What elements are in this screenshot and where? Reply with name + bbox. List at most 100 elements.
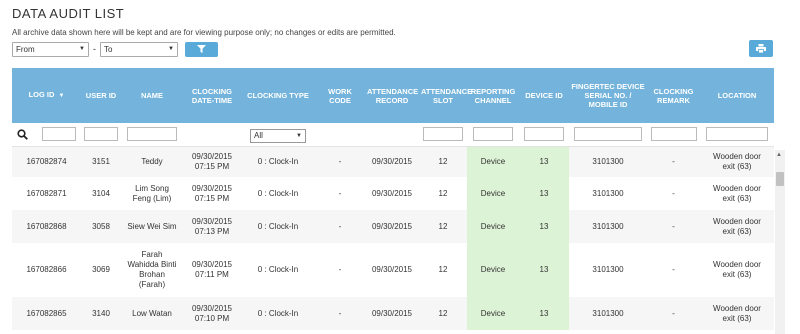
filter-cell-log-id: [12, 123, 81, 147]
cell-channel: Device: [467, 177, 519, 210]
col-device-id[interactable]: DEVICE ID: [519, 68, 569, 123]
cell-channel: Device: [467, 297, 519, 330]
cell-name: Lim Song Feng (Lim): [121, 177, 183, 210]
filter-cell-slot: [419, 123, 467, 147]
cell-datetime: 09/30/2015 07:13 PM: [183, 210, 241, 243]
table-row[interactable]: 167082868 3058 Siew Wei Sim 09/30/2015 0…: [12, 210, 774, 243]
col-user-id[interactable]: USER ID: [81, 68, 121, 123]
cell-name: Teddy: [121, 146, 183, 177]
scrollbar-thumb[interactable]: [776, 172, 784, 186]
chevron-down-icon: ▼: [168, 46, 174, 52]
filter-cell-remark: [647, 123, 700, 147]
cell-log-id: 167082874: [12, 146, 81, 177]
cell-slot: 12: [419, 243, 467, 297]
col-clocking-type[interactable]: CLOCKING TYPE: [241, 68, 315, 123]
col-clocking-remark[interactable]: CLOCKING REMARK: [647, 68, 700, 123]
col-location[interactable]: LOCATION: [700, 68, 774, 123]
filter-cell-clocking-type: All ▼: [241, 123, 315, 147]
cell-user-id: 3104: [81, 177, 121, 210]
cell-device-id: 13: [519, 146, 569, 177]
col-clocking-datetime[interactable]: CLOCKING DATE-TIME: [183, 68, 241, 123]
cell-device-id: 13: [519, 177, 569, 210]
column-filter-row: All ▼: [12, 123, 774, 147]
remark-filter-input[interactable]: [650, 127, 697, 142]
filter-cell-serial: [569, 123, 647, 147]
cell-remark: -: [647, 177, 700, 210]
slot-filter-input[interactable]: [423, 127, 463, 142]
cell-slot: 12: [419, 146, 467, 177]
chevron-down-icon: ▼: [79, 46, 85, 52]
cell-slot: 12: [419, 297, 467, 330]
chevron-down-icon: ▼: [296, 132, 302, 139]
cell-record: 09/30/2015: [365, 297, 419, 330]
col-name[interactable]: NAME: [121, 68, 183, 123]
cell-user-id: 3140: [81, 297, 121, 330]
filter-cell-user-id: [81, 123, 121, 147]
col-serial-no[interactable]: FINGERTEC DEVICE SERIAL NO. / MOBILE ID: [569, 68, 647, 123]
audit-table: LOG ID ▼ USER ID NAME CLOCKING DATE-TIME …: [12, 68, 774, 330]
cell-record: 09/30/2015: [365, 210, 419, 243]
filter-button[interactable]: [185, 41, 218, 57]
table-row[interactable]: 167082865 3140 Low Watan 09/30/2015 07:1…: [12, 297, 774, 330]
sort-desc-icon: ▼: [58, 93, 65, 99]
cell-record: 09/30/2015: [365, 177, 419, 210]
cell-remark: -: [647, 146, 700, 177]
print-button[interactable]: [749, 40, 773, 57]
from-date-select[interactable]: From ▼: [12, 41, 89, 57]
col-work-code[interactable]: WORK CODE: [315, 68, 365, 123]
cell-work-code: -: [315, 297, 365, 330]
cell-location: Wooden door exit (63): [700, 146, 774, 177]
archive-note: All archive data shown here will be kept…: [12, 28, 396, 37]
cell-record: 09/30/2015: [365, 243, 419, 297]
user-id-filter-input[interactable]: [84, 127, 118, 142]
col-attendance-slot[interactable]: ATTENDANCE SLOT: [419, 68, 472, 123]
cell-slot: 12: [419, 177, 467, 210]
serial-filter-input[interactable]: [574, 127, 642, 142]
col-attendance-record[interactable]: ATTENDANCE RECORD: [365, 68, 419, 123]
scroll-up-icon[interactable]: ▲: [776, 152, 782, 158]
table-row[interactable]: 167082871 3104 Lim Song Feng (Lim) 09/30…: [12, 177, 774, 210]
log-id-filter-input[interactable]: [42, 127, 77, 142]
cell-serial: 3101300: [569, 177, 647, 210]
to-date-select[interactable]: To ▼: [100, 41, 178, 57]
filter-icon: [197, 45, 206, 53]
date-range-separator: -: [93, 44, 96, 54]
cell-device-id: 13: [519, 297, 569, 330]
cell-channel: Device: [467, 243, 519, 297]
cell-log-id: 167082868: [12, 210, 81, 243]
table-row[interactable]: 167082874 3151 Teddy 09/30/2015 07:15 PM…: [12, 146, 774, 177]
cell-serial: 3101300: [569, 243, 647, 297]
device-id-filter-input[interactable]: [524, 127, 564, 142]
cell-user-id: 3069: [81, 243, 121, 297]
cell-slot: 12: [419, 210, 467, 243]
table-body: 167082874 3151 Teddy 09/30/2015 07:15 PM…: [12, 146, 774, 330]
location-filter-input[interactable]: [706, 127, 768, 142]
filter-cell-datetime: [183, 123, 241, 147]
clocking-type-filter-value: All: [254, 131, 263, 141]
table-row[interactable]: 167082866 3069 Farah Wahidda Binti Broha…: [12, 243, 774, 297]
col-log-id[interactable]: LOG ID ▼: [12, 68, 81, 123]
col-reporting-channel[interactable]: REPORTING CHANNEL: [467, 68, 519, 123]
name-filter-input[interactable]: [127, 127, 177, 142]
table-header-row: LOG ID ▼ USER ID NAME CLOCKING DATE-TIME …: [12, 68, 774, 123]
page-title: DATA AUDIT LIST: [12, 6, 125, 21]
cell-clocking-type: 0 : Clock-In: [241, 243, 315, 297]
cell-remark: -: [647, 210, 700, 243]
channel-filter-input[interactable]: [473, 127, 513, 142]
filter-cell-record: [365, 123, 419, 147]
cell-user-id: 3151: [81, 146, 121, 177]
cell-datetime: 09/30/2015 07:11 PM: [183, 243, 241, 297]
table-scrollbar[interactable]: ▲: [775, 150, 785, 334]
clocking-type-filter-select[interactable]: All ▼: [250, 128, 306, 143]
cell-remark: -: [647, 243, 700, 297]
cell-name: Farah Wahidda Binti Brohan (Farah): [121, 243, 183, 297]
cell-datetime: 09/30/2015 07:15 PM: [183, 177, 241, 210]
cell-name: Low Watan: [121, 297, 183, 330]
cell-serial: 3101300: [569, 146, 647, 177]
print-icon: [756, 44, 766, 53]
cell-clocking-type: 0 : Clock-In: [241, 146, 315, 177]
cell-user-id: 3058: [81, 210, 121, 243]
cell-clocking-type: 0 : Clock-In: [241, 210, 315, 243]
cell-location: Wooden door exit (63): [700, 297, 774, 330]
cell-remark: -: [647, 297, 700, 330]
